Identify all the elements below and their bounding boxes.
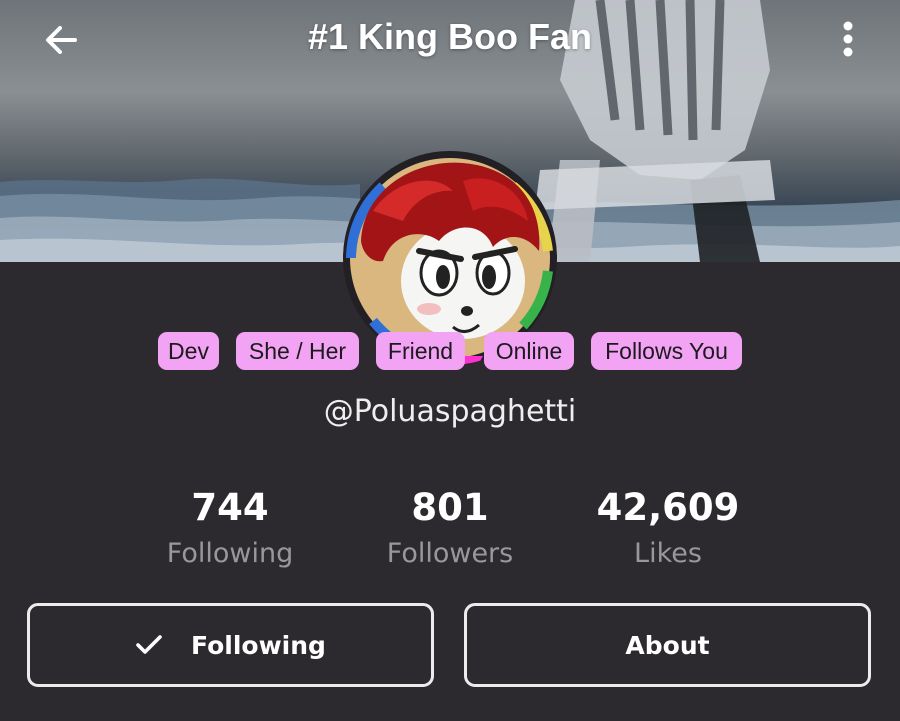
about-button-label: About [625,630,710,660]
stat-followers[interactable]: 801 Followers [340,486,560,569]
stat-likes-label: Likes [634,538,702,569]
stat-likes-value: 42,609 [596,486,740,529]
following-button-label: Following [191,630,326,660]
tag-dev[interactable]: Dev [158,332,219,370]
stat-likes[interactable]: 42,609 Likes [558,486,778,569]
stat-followers-label: Followers [386,538,514,569]
following-button[interactable]: Following [27,603,434,687]
top-bar: #1 King Boo Fan [0,0,900,80]
stat-following-value: 744 [191,486,269,529]
stat-followers-value: 801 [411,486,489,529]
tag-friend[interactable]: Friend [376,332,465,370]
tag-online[interactable]: Online [484,332,574,370]
tag-pronouns[interactable]: She / Her [236,332,359,370]
about-button[interactable]: About [464,603,871,687]
username: @Poluaspaghetti [323,394,577,429]
more-vertical-icon [843,21,853,57]
check-icon [135,634,163,656]
tag-follows-you[interactable]: Follows You [591,332,742,370]
more-options-button[interactable] [826,16,870,62]
page-title: #1 King Boo Fan [307,16,592,57]
stat-following[interactable]: 744 Following [120,486,340,569]
stat-following-label: Following [166,538,294,569]
profile-tags: Dev She / Her Friend Online Follows You [0,332,900,370]
